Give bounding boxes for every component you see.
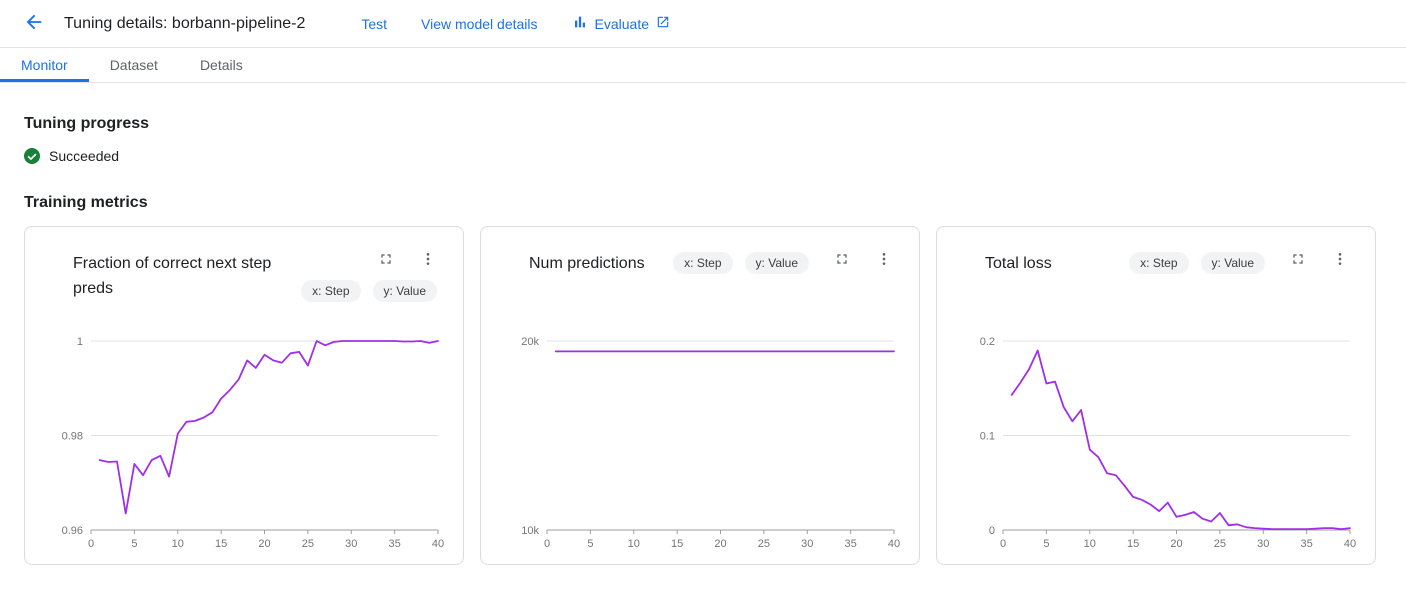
svg-text:0: 0 <box>544 538 550 550</box>
line-chart-fraction-correct: 0.960.9810510152025303540 <box>49 331 441 553</box>
svg-text:10: 10 <box>172 538 184 550</box>
svg-text:0.2: 0.2 <box>980 336 995 348</box>
more-options-button[interactable] <box>1331 251 1349 269</box>
more-options-button[interactable] <box>419 251 437 269</box>
svg-text:5: 5 <box>131 538 137 550</box>
app-header: Tuning details: borbann-pipeline-2 Test … <box>0 0 1406 48</box>
tab-dataset[interactable]: Dataset <box>89 48 179 82</box>
x-axis-chip[interactable]: x: Step <box>1129 252 1188 274</box>
chart-title: Num predictions <box>529 251 673 276</box>
open-in-new-icon <box>656 15 670 32</box>
svg-text:40: 40 <box>1344 538 1356 550</box>
fullscreen-icon <box>378 251 394 270</box>
tuning-progress-heading: Tuning progress <box>0 115 1406 133</box>
y-axis-chip[interactable]: y: Value <box>1201 252 1265 274</box>
svg-text:0: 0 <box>989 525 995 537</box>
svg-text:40: 40 <box>888 538 900 550</box>
svg-text:0: 0 <box>1000 538 1006 550</box>
metric-card-total-loss: Total loss x: Step y: Value 0 0.1 0.2 0 5 10 1… <box>936 226 1376 565</box>
fullscreen-button[interactable] <box>1289 251 1307 269</box>
svg-text:5: 5 <box>1043 538 1049 550</box>
metric-cards: Fraction of correct next step preds <box>0 226 1406 565</box>
line-chart-total-loss: 0 0.1 0.2 0 5 10 15 20 25 30 35 40 <box>961 331 1353 553</box>
svg-text:20: 20 <box>714 538 726 550</box>
training-metrics-heading: Training metrics <box>0 194 1406 212</box>
svg-text:20: 20 <box>1170 538 1182 550</box>
svg-text:35: 35 <box>1301 538 1313 550</box>
view-model-details-button[interactable]: View model details <box>421 16 537 32</box>
svg-text:0.96: 0.96 <box>62 525 83 537</box>
svg-text:0.1: 0.1 <box>980 431 995 443</box>
chart-title: Fraction of correct next step preds <box>73 251 301 301</box>
svg-text:10: 10 <box>1084 538 1096 550</box>
svg-text:10k: 10k <box>521 525 539 537</box>
chart-title: Total loss <box>985 251 1129 276</box>
header-actions: Test View model details Evaluate <box>361 14 670 33</box>
more-options-button[interactable] <box>875 251 893 269</box>
more-vert-icon <box>876 251 892 270</box>
svg-text:15: 15 <box>1127 538 1139 550</box>
svg-text:0.98: 0.98 <box>62 431 83 443</box>
svg-text:20: 20 <box>258 538 270 550</box>
y-axis-chip[interactable]: y: Value <box>745 252 809 274</box>
x-axis-chip[interactable]: x: Step <box>301 280 360 302</box>
fullscreen-icon <box>1290 251 1306 270</box>
svg-text:35: 35 <box>845 538 857 550</box>
fullscreen-button[interactable] <box>377 251 395 269</box>
svg-text:1: 1 <box>77 336 83 348</box>
metric-card-fraction-correct: Fraction of correct next step preds <box>24 226 464 565</box>
more-vert-icon <box>1332 251 1348 270</box>
more-vert-icon <box>420 251 436 270</box>
metric-card-num-predictions: Num predictions x: Step y: Value 10k 20k 0… <box>480 226 920 565</box>
tab-monitor[interactable]: Monitor <box>0 48 89 82</box>
fullscreen-button[interactable] <box>833 251 851 269</box>
check-circle-icon <box>24 148 40 164</box>
fullscreen-icon <box>834 251 850 270</box>
y-axis-chip[interactable]: y: Value <box>373 280 437 302</box>
svg-text:30: 30 <box>345 538 357 550</box>
svg-text:20k: 20k <box>521 336 539 348</box>
tab-bar: Monitor Dataset Details <box>0 48 1406 83</box>
svg-text:15: 15 <box>671 538 683 550</box>
svg-text:25: 25 <box>758 538 770 550</box>
bar-chart-icon <box>572 14 588 33</box>
svg-text:25: 25 <box>1214 538 1226 550</box>
svg-text:5: 5 <box>587 538 593 550</box>
page-title: Tuning details: borbann-pipeline-2 <box>64 15 305 33</box>
evaluate-button[interactable]: Evaluate <box>572 14 670 33</box>
x-axis-chip[interactable]: x: Step <box>673 252 732 274</box>
svg-text:25: 25 <box>302 538 314 550</box>
test-button[interactable]: Test <box>361 16 387 32</box>
tuning-status: Succeeded <box>0 148 1406 164</box>
status-label: Succeeded <box>49 148 119 164</box>
svg-text:0: 0 <box>88 538 94 550</box>
arrow-back-icon <box>23 11 45 36</box>
svg-text:10: 10 <box>628 538 640 550</box>
svg-text:30: 30 <box>1257 538 1269 550</box>
svg-text:30: 30 <box>801 538 813 550</box>
svg-text:15: 15 <box>215 538 227 550</box>
line-chart-num-predictions: 10k 20k 0 5 10 15 20 25 30 35 40 <box>505 331 897 553</box>
back-button[interactable] <box>18 8 50 40</box>
svg-text:40: 40 <box>432 538 444 550</box>
tab-details[interactable]: Details <box>179 48 264 82</box>
svg-text:35: 35 <box>389 538 401 550</box>
